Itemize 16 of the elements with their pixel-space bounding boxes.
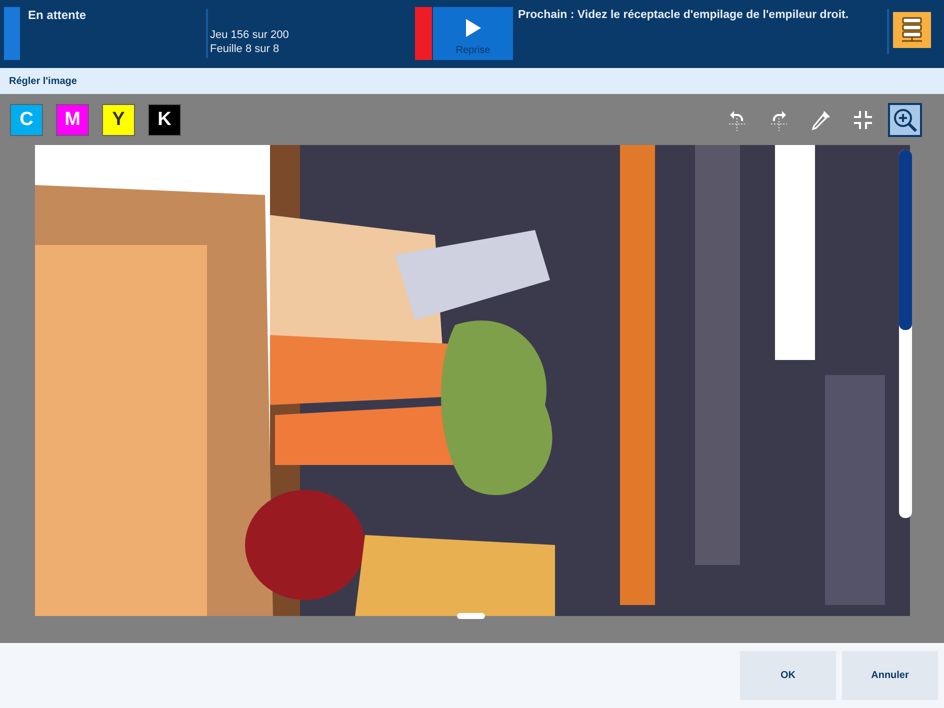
next-action: Prochain : Videz le réceptacle d'empilage de l'empileur droit. [517, 8, 850, 23]
set-count: Jeu 156 sur 200 [210, 28, 290, 42]
job-state: En attente [27, 7, 88, 24]
resize-handle[interactable] [457, 613, 485, 619]
channel-button[interactable]: K [148, 104, 181, 136]
panel-title: Régler l'image [9, 76, 77, 86]
zoom-button[interactable] [888, 102, 922, 136]
status-indicator [4, 7, 20, 60]
zoom-in-icon [892, 106, 918, 132]
channel-button[interactable]: Y [102, 104, 135, 136]
ok-button[interactable]: OK [740, 651, 836, 700]
play-icon [465, 19, 481, 37]
server-button[interactable] [893, 12, 931, 48]
cancel-button[interactable]: Annuler [842, 651, 938, 700]
sheet-count: Feuille 8 sur 8 [210, 42, 280, 56]
scrollbar[interactable] [899, 150, 912, 518]
